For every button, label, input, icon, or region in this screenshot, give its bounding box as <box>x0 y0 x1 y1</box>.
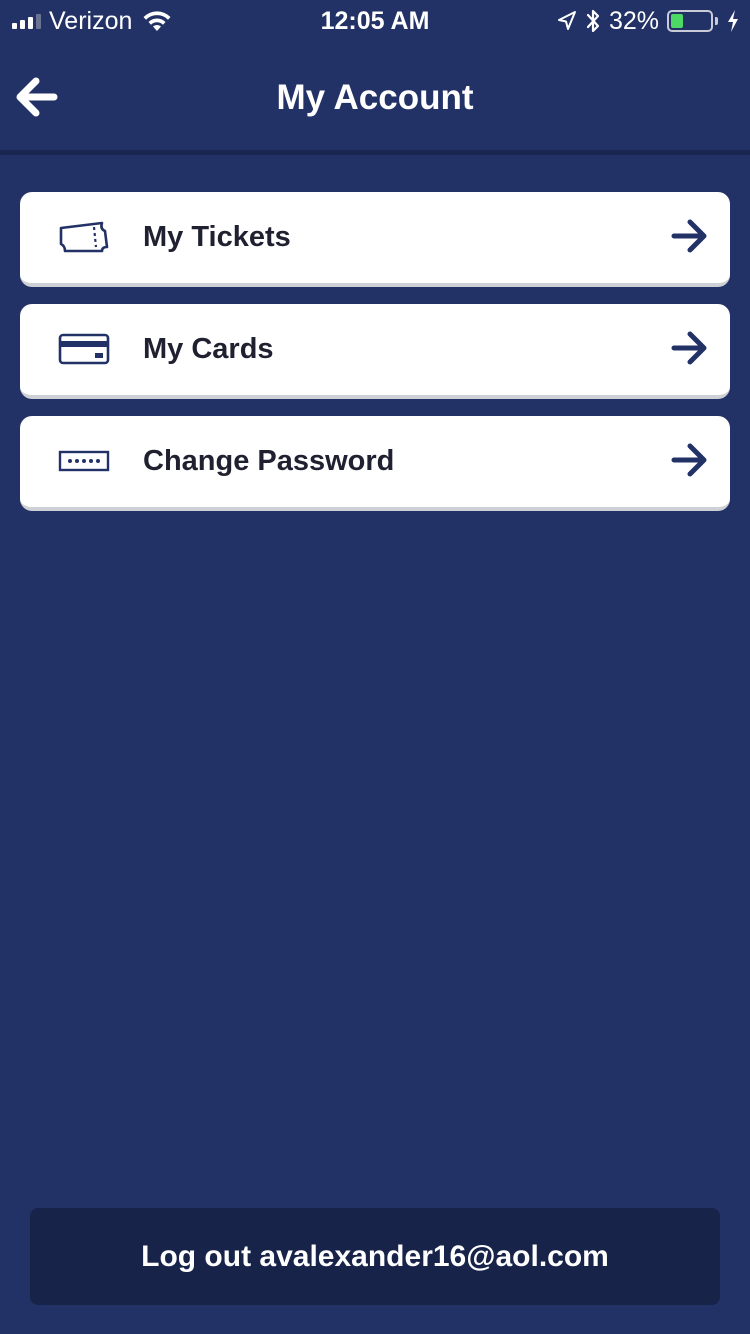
account-menu: My Tickets My Cards Change Password <box>20 192 730 528</box>
header-divider <box>0 150 750 155</box>
status-bar: Verizon 12:05 AM 32% <box>0 0 750 40</box>
charging-bolt-icon <box>728 10 738 32</box>
arrow-right-icon <box>671 331 707 365</box>
battery-icon <box>667 10 713 32</box>
page-title: My Account <box>276 78 474 117</box>
menu-item-label: Change Password <box>143 445 395 477</box>
logout-button[interactable]: Log out avalexander16@aol.com <box>30 1208 720 1305</box>
menu-item-label: My Cards <box>143 333 274 365</box>
logout-label: Log out avalexander16@aol.com <box>141 1239 609 1273</box>
menu-item-label: My Tickets <box>143 221 291 253</box>
battery-percent: 32% <box>608 6 659 35</box>
nav-header: My Account <box>0 40 750 150</box>
arrow-right-icon <box>671 443 707 477</box>
bluetooth-icon <box>586 9 600 33</box>
battery-level-fill <box>671 14 683 28</box>
credit-card-icon <box>56 326 112 372</box>
ticket-icon <box>56 214 112 260</box>
menu-item-change-password[interactable]: Change Password <box>20 416 730 511</box>
battery-cap <box>715 17 718 25</box>
menu-item-my-tickets[interactable]: My Tickets <box>20 192 730 287</box>
location-arrow-icon <box>557 11 576 30</box>
menu-item-my-cards[interactable]: My Cards <box>20 304 730 399</box>
password-field-icon <box>56 438 112 484</box>
account-screen: Verizon 12:05 AM 32% My Account My Ticke… <box>0 0 750 1334</box>
arrow-right-icon <box>671 219 707 253</box>
status-right: 32% <box>557 6 740 36</box>
